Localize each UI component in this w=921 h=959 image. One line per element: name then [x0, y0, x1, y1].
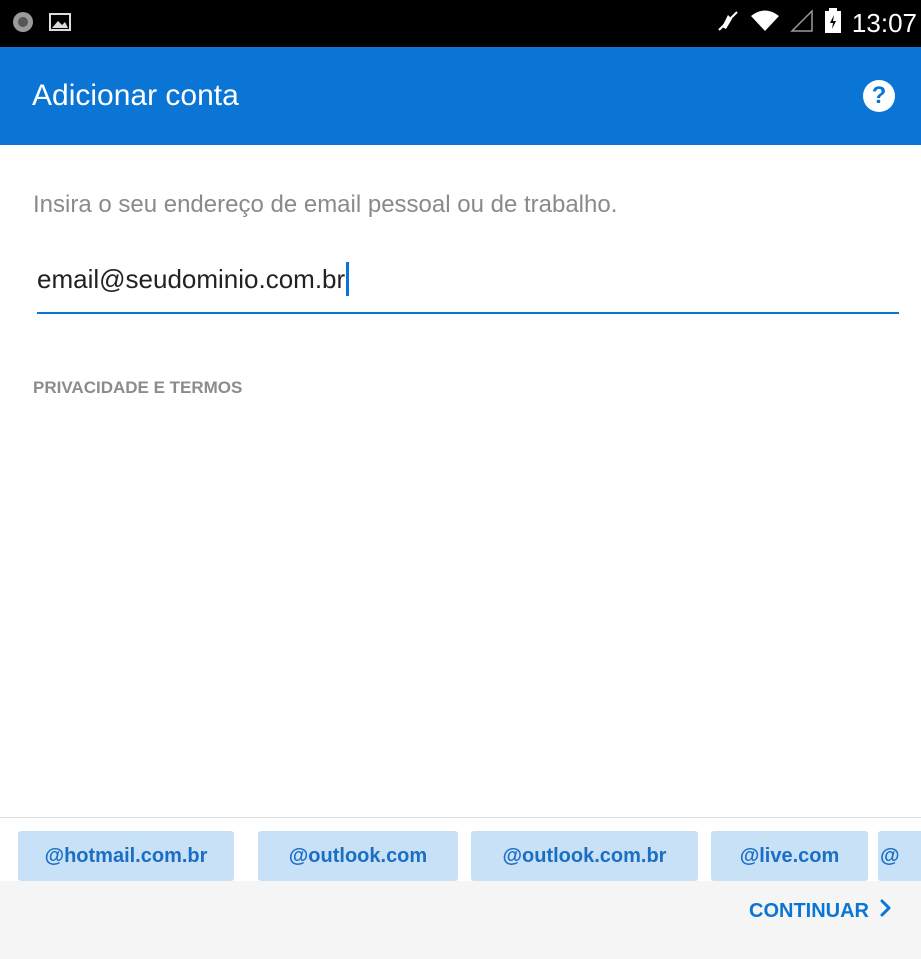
- domain-chip-outlook-com[interactable]: @outlook.com: [258, 831, 458, 881]
- domain-suggestion-bar: @hotmail.com.br @outlook.com @outlook.co…: [0, 817, 921, 881]
- question-icon: ?: [871, 82, 887, 109]
- domain-chip-hotmail-com-br[interactable]: @hotmail.com.br: [18, 831, 234, 881]
- footer-bar: CONTINUAR: [0, 881, 921, 959]
- email-field[interactable]: email@seudominio.com.br: [37, 246, 899, 314]
- domain-chip-partial[interactable]: @: [878, 831, 921, 881]
- domain-chip-live-com[interactable]: @live.com: [711, 831, 868, 881]
- privacy-terms-link[interactable]: PRIVACIDADE E TERMOS: [33, 378, 242, 398]
- continue-label: CONTINUAR: [749, 899, 869, 922]
- chevron-right-icon: [879, 898, 893, 924]
- app-notification-icon: [12, 11, 34, 38]
- image-notification-icon: [48, 11, 72, 38]
- email-text: email@seudominio.com.br: [37, 263, 346, 294]
- page-title: Adicionar conta: [32, 79, 239, 112]
- app-bar: Adicionar conta: [0, 47, 921, 145]
- text-caret: [346, 262, 350, 296]
- wifi-icon: [750, 9, 780, 38]
- battery-icon: [824, 8, 842, 39]
- continue-button[interactable]: CONTINUAR: [749, 891, 893, 931]
- help-button[interactable]: ?: [863, 80, 895, 112]
- domain-chip-outlook-com-br[interactable]: @outlook.com.br: [471, 831, 698, 881]
- mute-icon: [716, 9, 740, 38]
- status-right-icons: 13:07: [716, 0, 917, 47]
- signal-icon: [790, 9, 814, 38]
- status-left-icons: [12, 11, 72, 38]
- status-bar: 13:07: [0, 0, 921, 47]
- email-prompt: Insira o seu endereço de email pessoal o…: [33, 191, 618, 218]
- email-input-value: email@seudominio.com.br: [37, 262, 350, 296]
- status-time: 13:07: [851, 8, 917, 38]
